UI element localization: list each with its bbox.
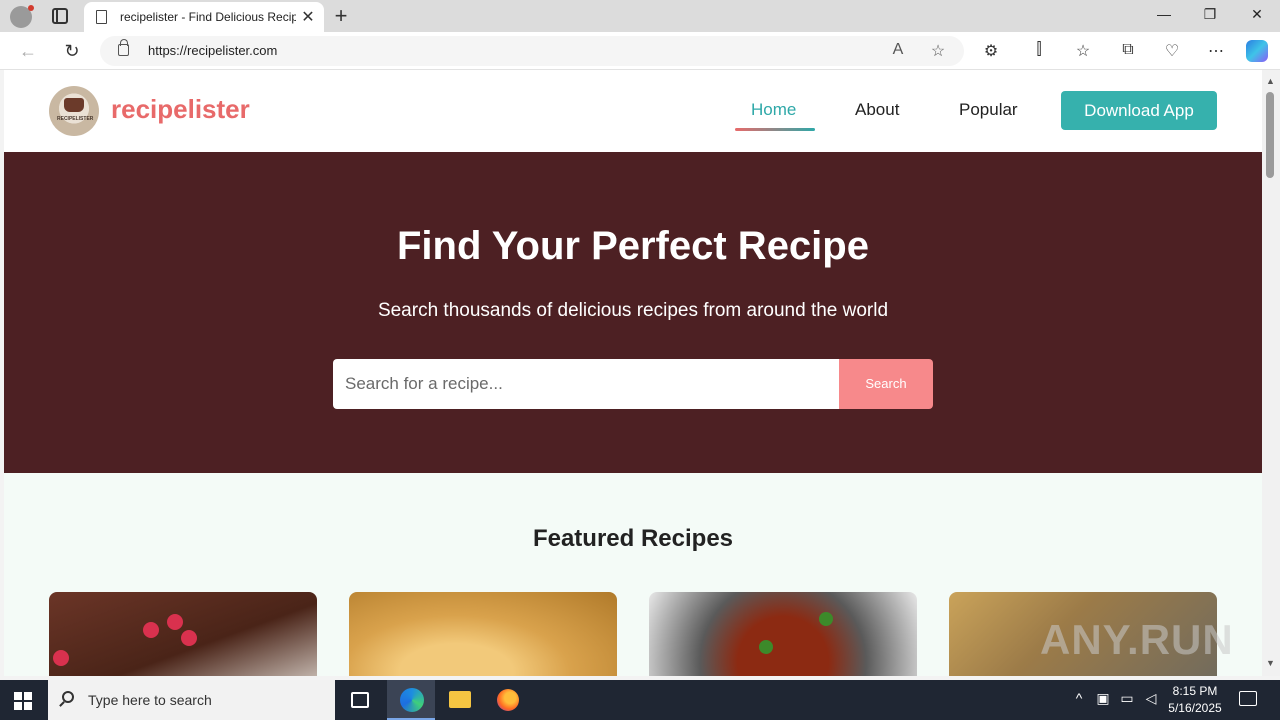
scroll-thumb[interactable] [1266, 92, 1274, 178]
taskbar: Type here to search [0, 680, 1280, 720]
watermark-text: ANY.RUN [1040, 616, 1234, 663]
file-explorer-icon[interactable] [449, 691, 471, 708]
raspberry-icon [143, 622, 159, 638]
tab-strip: recipelister - Find Delicious Recip ✕ + … [0, 0, 1280, 32]
taskbar-search[interactable]: Type here to search [48, 680, 335, 720]
tab-title: recipelister - Find Delicious Recip [120, 10, 296, 24]
active-nav-underline [735, 128, 815, 131]
tab-actions-icon[interactable] [52, 8, 68, 24]
featured-title: Featured Recipes [532, 525, 734, 552]
page-scrollbar[interactable]: ▲ ▼ [1262, 70, 1280, 676]
recipe-card-brownies[interactable] [49, 592, 317, 676]
scroll-up-icon[interactable]: ▲ [1266, 76, 1275, 86]
split-screen-icon[interactable]: ⫿ [1028, 41, 1050, 59]
favorite-star-icon[interactable]: ☆ [928, 41, 948, 61]
taskbar-search-text[interactable]: Type here to search [88, 692, 212, 708]
logo-badge-text: RECIPELISTER [57, 116, 94, 122]
meet-icon[interactable]: ▣ [1094, 690, 1112, 707]
more-options-icon[interactable]: ⋯ [1205, 41, 1227, 61]
read-aloud-icon[interactable]: A [888, 41, 908, 59]
site-header: RECIPELISTER recipelister Home About Pop… [4, 70, 1262, 152]
collections-icon[interactable]: ⧉ [1117, 41, 1139, 59]
page-icon [96, 10, 107, 24]
volume-icon[interactable]: ◁ [1142, 690, 1160, 707]
scroll-down-icon[interactable]: ▼ [1266, 658, 1275, 668]
taskbar-edge[interactable] [387, 680, 435, 720]
herb-garnish-icon [819, 612, 833, 626]
firefox-icon[interactable] [497, 689, 519, 711]
lock-icon[interactable] [118, 39, 129, 56]
browser-essentials-icon[interactable]: ♡ [1161, 41, 1183, 61]
notification-dot-icon [28, 5, 34, 11]
task-view-icon[interactable] [351, 692, 369, 708]
nav-home[interactable]: Home [751, 100, 796, 120]
edge-icon [400, 688, 424, 712]
restore-button[interactable]: ❐ [1200, 6, 1220, 23]
hero-subtitle: Search thousands of delicious recipes fr… [377, 300, 889, 321]
recipe-search-input[interactable] [333, 359, 840, 409]
download-app-button[interactable]: Download App [1061, 91, 1217, 130]
extensions-icon[interactable]: ⚙ [980, 41, 1002, 61]
close-window-button[interactable]: ✕ [1247, 6, 1267, 23]
search-icon [62, 691, 74, 703]
cooking-pot-icon [64, 98, 84, 112]
raspberry-icon [167, 614, 183, 630]
minimize-button[interactable]: — [1154, 6, 1174, 22]
search-button[interactable]: Search [839, 359, 933, 409]
new-tab-button[interactable]: + [332, 3, 350, 29]
recipe-card-pastry[interactable] [349, 592, 617, 676]
favorites-icon[interactable]: ☆ [1072, 41, 1094, 61]
url-text[interactable]: https://recipelister.com [148, 43, 277, 58]
back-icon[interactable]: ← [18, 41, 38, 62]
recipe-card-meatballs[interactable] [649, 592, 917, 676]
windows-start-icon[interactable] [14, 692, 32, 710]
nav-popular[interactable]: Popular [959, 100, 1018, 120]
notifications-icon[interactable] [1239, 691, 1257, 706]
logo-text[interactable]: recipelister [111, 94, 250, 125]
copilot-icon[interactable] [1246, 40, 1268, 62]
hero-title: Find Your Perfect Recipe [397, 224, 869, 268]
system-clock[interactable]: 8:15 PM 5/16/2025 [1160, 683, 1230, 717]
logo-image[interactable]: RECIPELISTER [49, 86, 99, 136]
page-viewport: RECIPELISTER recipelister Home About Pop… [4, 70, 1262, 676]
raspberry-icon [181, 630, 197, 646]
nav-about[interactable]: About [855, 100, 899, 120]
url-field[interactable]: https://recipelister.com A ☆ [100, 36, 964, 66]
hero-section: Find Your Perfect Recipe Search thousand… [4, 152, 1262, 473]
refresh-icon[interactable]: ↻ [62, 41, 82, 62]
clock-date: 5/16/2025 [1168, 701, 1222, 715]
chevron-up-icon[interactable]: ^ [1070, 690, 1088, 706]
tab-close-icon[interactable]: ✕ [300, 7, 316, 27]
browser-tab[interactable]: recipelister - Find Delicious Recip ✕ [84, 2, 324, 32]
herb-garnish-icon [759, 640, 773, 654]
clock-time: 8:15 PM [1172, 684, 1218, 698]
raspberry-icon [53, 650, 69, 666]
network-icon[interactable]: ▭ [1118, 690, 1136, 707]
address-bar: ← ↻ https://recipelister.com A ☆ ⚙ ⫿ ☆ ⧉… [0, 32, 1280, 70]
